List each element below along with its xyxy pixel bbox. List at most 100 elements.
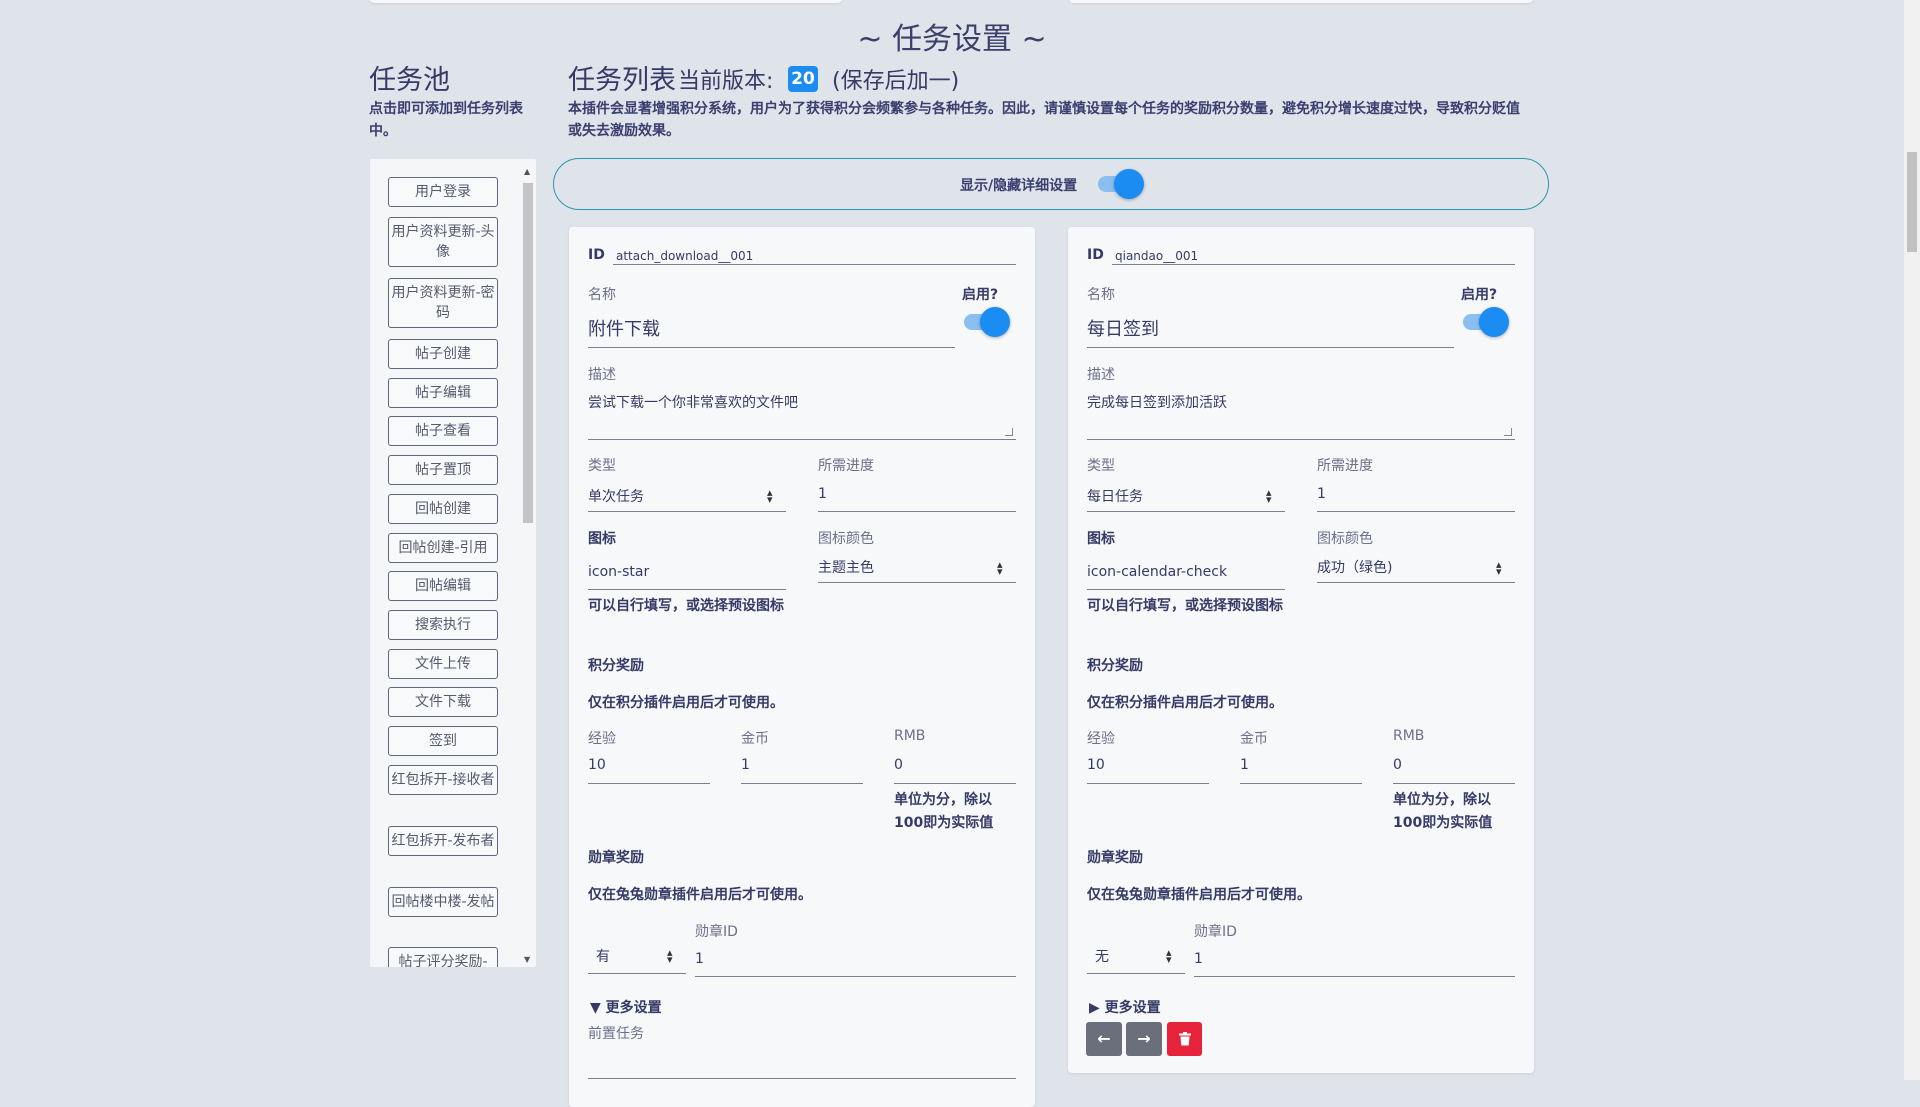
- desc-label: 描述: [1087, 367, 1115, 383]
- enabled-label: 启用?: [962, 287, 999, 303]
- select-arrow-icon: ▴ ▾: [767, 486, 773, 506]
- resize-handle[interactable]: [1005, 428, 1013, 436]
- enabled-switch[interactable]: [962, 307, 1010, 337]
- move-left-button[interactable]: ←: [1086, 1022, 1122, 1056]
- select-arrow-icon: ▴ ▾: [667, 946, 673, 966]
- name-label: 名称: [588, 287, 616, 303]
- coin-input[interactable]: 1: [1240, 757, 1249, 773]
- pool-item-reply-create[interactable]: 回帖创建: [388, 494, 498, 524]
- badge-enabled-select[interactable]: 无: [1095, 946, 1109, 966]
- rmb-input[interactable]: 0: [894, 757, 903, 773]
- type-select[interactable]: 每日任务: [1087, 486, 1143, 506]
- badge-reward-title: 勋章奖励: [1087, 850, 1143, 866]
- pool-scrollbar[interactable]: ▲ ▼: [521, 167, 534, 965]
- icon-color-label: 图标颜色: [818, 531, 874, 547]
- pool-item-post-rating[interactable]: 帖子评分奖励-: [388, 947, 498, 967]
- pool-item-post-create[interactable]: 帖子创建: [388, 339, 498, 369]
- id-label: ID: [1087, 247, 1104, 263]
- caret-right-icon: ▶: [1089, 1000, 1100, 1016]
- arrow-left-icon: ←: [1097, 1029, 1111, 1048]
- progress-input[interactable]: 1: [1317, 486, 1326, 502]
- task-card: ID qiandao__001 名称 启用? 每日签到 描述 完成每日签到添加活…: [1068, 227, 1534, 1073]
- page-title: ~ 任务设置 ~: [857, 22, 1047, 57]
- desc-textarea[interactable]: 完成每日签到添加活跃: [1087, 392, 1227, 412]
- pool-item-redpacket-publisher[interactable]: 红包拆开-发布者: [388, 826, 498, 856]
- scroll-down-icon[interactable]: ▼: [524, 955, 530, 964]
- name-label: 名称: [1087, 287, 1115, 303]
- progress-input[interactable]: 1: [818, 486, 827, 502]
- name-input[interactable]: 每日签到: [1087, 315, 1159, 341]
- icon-color-select[interactable]: 成功（绿色): [1317, 557, 1392, 577]
- task-list-title: 任务列表: [568, 65, 676, 96]
- page-scroll-thumb[interactable]: [1907, 152, 1917, 252]
- select-arrow-icon: ▴ ▾: [1266, 486, 1272, 506]
- pool-item-redpacket-receiver[interactable]: 红包拆开-接收者: [388, 765, 498, 795]
- rmb-hint: 单位为分，除以100即为实际值: [894, 792, 994, 831]
- pool-item-password-update[interactable]: 用户资料更新-密码: [388, 278, 498, 328]
- exp-label: 经验: [588, 731, 616, 747]
- points-reward-note: 仅在积分插件启用后才可使用。: [1087, 695, 1283, 711]
- icon-color-label: 图标颜色: [1317, 531, 1373, 547]
- resize-handle[interactable]: [1504, 428, 1512, 436]
- points-reward-note: 仅在积分插件启用后才可使用。: [588, 695, 784, 711]
- pool-item-search[interactable]: 搜索执行: [388, 610, 498, 640]
- desc-label: 描述: [588, 367, 616, 383]
- delete-button[interactable]: [1167, 1022, 1202, 1056]
- icon-label: 图标: [1087, 531, 1115, 547]
- badge-id-input[interactable]: 1: [1194, 951, 1203, 967]
- top-card-left: [369, 0, 843, 3]
- select-arrow-icon: ▴ ▾: [1166, 946, 1172, 966]
- task-pool-list[interactable]: 用户登录 用户资料更新-头像 用户资料更新-密码 帖子创建 帖子编辑 帖子查看 …: [370, 159, 536, 967]
- type-select[interactable]: 单次任务: [588, 486, 644, 506]
- task-card: ID attach_download__001 名称 启用? 附件下载 描述 尝…: [569, 227, 1035, 1107]
- coin-label: 金币: [1240, 731, 1268, 747]
- enabled-switch[interactable]: [1461, 307, 1509, 337]
- id-input[interactable]: attach_download__001: [616, 249, 753, 263]
- coin-input[interactable]: 1: [741, 757, 750, 773]
- select-arrow-icon: ▴ ▾: [1496, 558, 1502, 578]
- badge-reward-note: 仅在兔兔勋章插件启用后才可使用。: [1087, 887, 1311, 903]
- name-input[interactable]: 附件下载: [588, 315, 660, 341]
- pool-item-user-login[interactable]: 用户登录: [388, 177, 498, 207]
- progress-label: 所需进度: [818, 458, 874, 474]
- id-input[interactable]: qiandao__001: [1115, 249, 1198, 263]
- task-pool-hint: 点击即可添加到任务列表中。: [369, 101, 523, 139]
- pool-item-file-upload[interactable]: 文件上传: [388, 649, 498, 679]
- pool-item-nested-reply[interactable]: 回帖楼中楼-发帖: [388, 887, 498, 917]
- pool-item-reply-quote[interactable]: 回帖创建-引用: [388, 533, 498, 563]
- rmb-input[interactable]: 0: [1393, 757, 1402, 773]
- icon-color-select[interactable]: 主题主色: [818, 557, 874, 577]
- pool-item-avatar-update[interactable]: 用户资料更新-头像: [388, 217, 498, 267]
- icon-input[interactable]: icon-star: [588, 564, 649, 580]
- badge-enabled-select[interactable]: 有: [596, 946, 610, 966]
- points-reward-title: 积分奖励: [588, 658, 644, 674]
- prereq-label: 前置任务: [588, 1026, 644, 1042]
- pool-item-post-pin[interactable]: 帖子置顶: [388, 455, 498, 485]
- desc-textarea[interactable]: 尝试下载一个你非常喜欢的文件吧: [588, 392, 798, 412]
- move-right-button[interactable]: →: [1126, 1022, 1162, 1056]
- points-reward-title: 积分奖励: [1087, 658, 1143, 674]
- progress-label: 所需进度: [1317, 458, 1373, 474]
- pool-scroll-thumb[interactable]: [523, 183, 533, 523]
- version-label: 当前版本:: [678, 69, 774, 94]
- detail-toggle-switch[interactable]: [1096, 169, 1144, 199]
- exp-label: 经验: [1087, 731, 1115, 747]
- more-settings-toggle[interactable]: ▼ 更多设置: [590, 997, 662, 1017]
- pool-item-post-edit[interactable]: 帖子编辑: [388, 378, 498, 408]
- badge-id-input[interactable]: 1: [695, 951, 704, 967]
- arrow-right-icon: →: [1137, 1029, 1151, 1048]
- page-scrollbar[interactable]: [1904, 0, 1920, 1080]
- version-note: (保存后加一): [832, 69, 960, 94]
- exp-input[interactable]: 10: [588, 757, 606, 773]
- pool-item-checkin[interactable]: 签到: [388, 726, 498, 756]
- badge-id-label: 勋章ID: [695, 924, 738, 940]
- exp-input[interactable]: 10: [1087, 757, 1105, 773]
- select-arrow-icon: ▴ ▾: [997, 558, 1003, 578]
- pool-item-reply-edit[interactable]: 回帖编辑: [388, 571, 498, 601]
- icon-input[interactable]: icon-calendar-check: [1087, 564, 1227, 580]
- scroll-up-icon[interactable]: ▲: [524, 167, 530, 176]
- pool-item-post-view[interactable]: 帖子查看: [388, 416, 498, 446]
- more-settings-toggle[interactable]: ▶ 更多设置: [1089, 997, 1161, 1017]
- intro-text: 本插件会显著增强积分系统，用户为了获得积分会频繁参与各种任务。因此，请谨慎设置每…: [568, 101, 1520, 139]
- pool-item-file-download[interactable]: 文件下载: [388, 687, 498, 717]
